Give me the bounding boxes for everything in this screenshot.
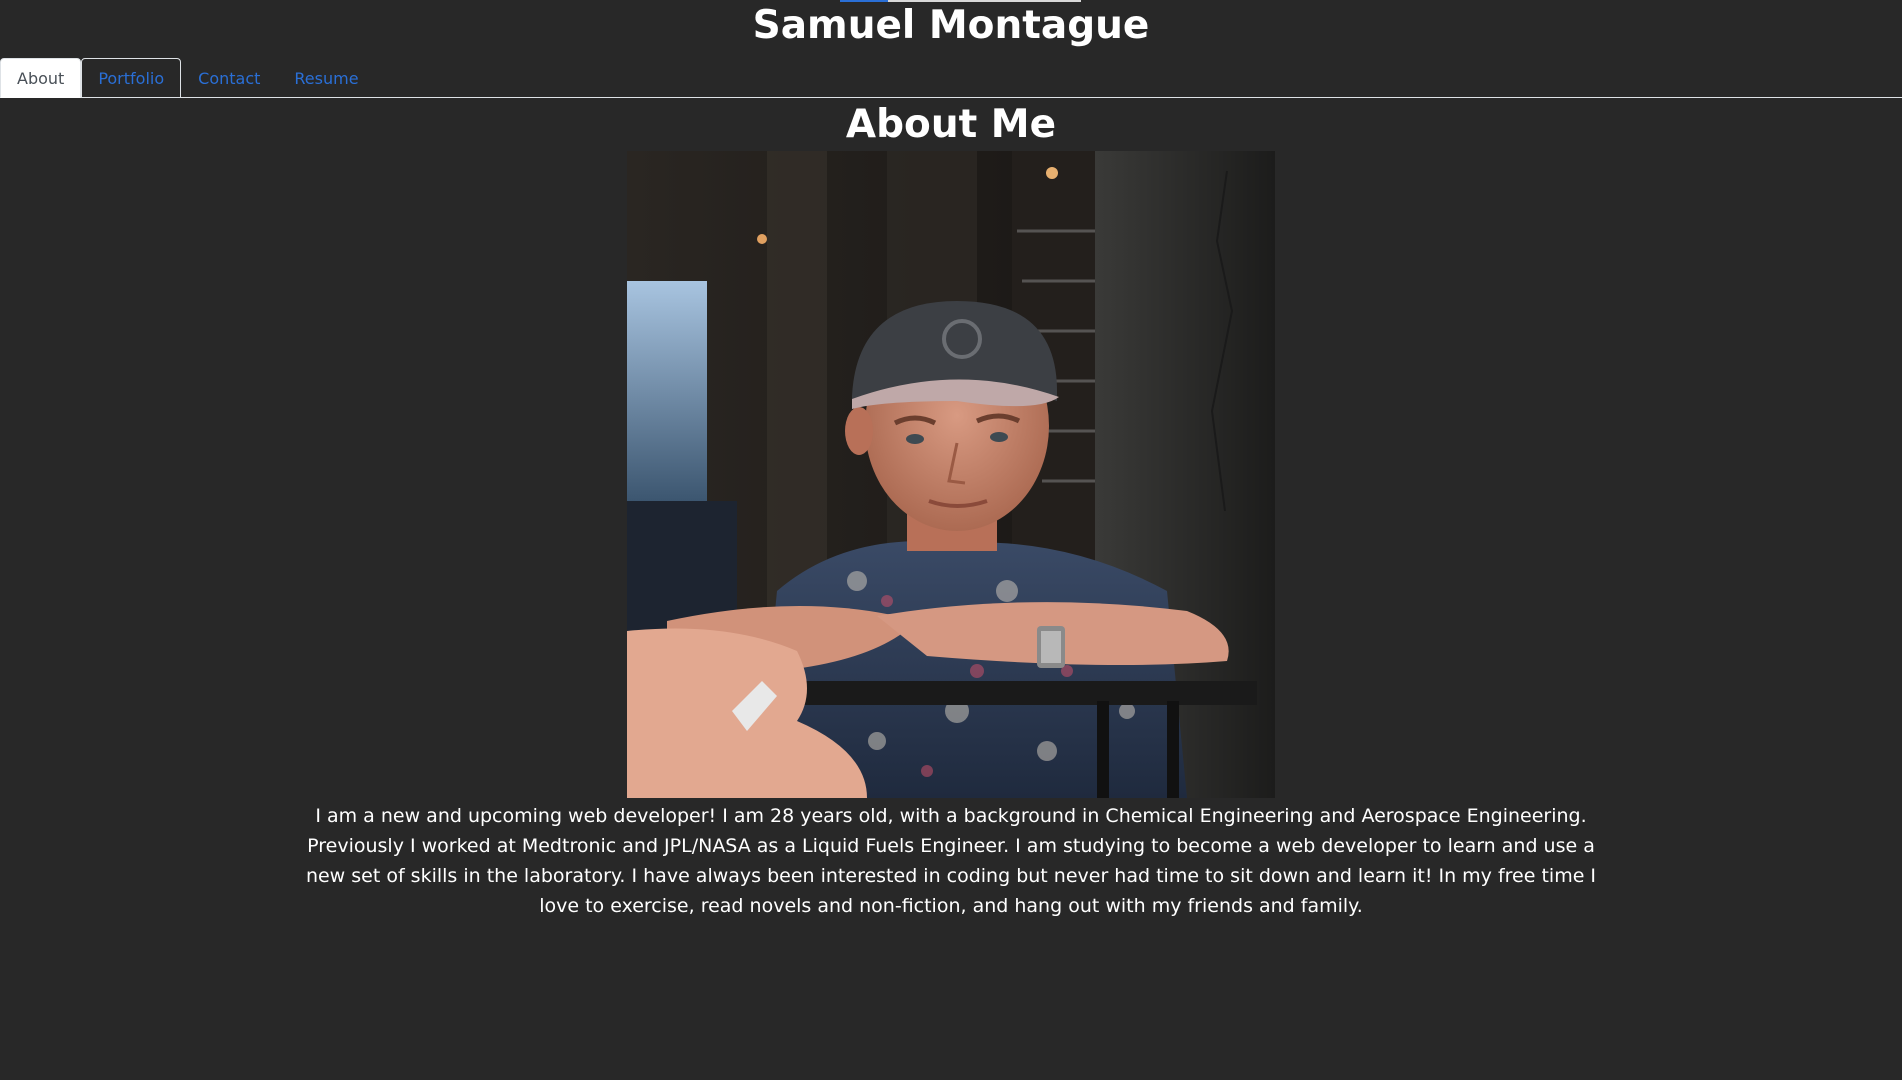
profile-photo	[627, 151, 1275, 798]
tab-contact[interactable]: Contact	[181, 58, 277, 98]
tab-resume[interactable]: Resume	[277, 58, 375, 98]
tab-about[interactable]: About	[0, 58, 82, 98]
about-section: About Me I am a new and upcoming web dev…	[0, 98, 1902, 921]
section-title: About Me	[845, 102, 1057, 147]
bio-text: I am a new and upcoming web developer! I…	[305, 805, 1597, 917]
tab-portfolio[interactable]: Portfolio	[81, 58, 182, 98]
top-accent-bar	[840, 0, 1081, 2]
profile-photo-image	[627, 151, 1275, 798]
site-title: Samuel Montague	[752, 3, 1150, 48]
top-accent-highlight	[840, 0, 888, 2]
nav-tabs: About Portfolio Contact Resume	[0, 57, 1902, 98]
site-header: Samuel Montague	[0, 0, 1902, 57]
